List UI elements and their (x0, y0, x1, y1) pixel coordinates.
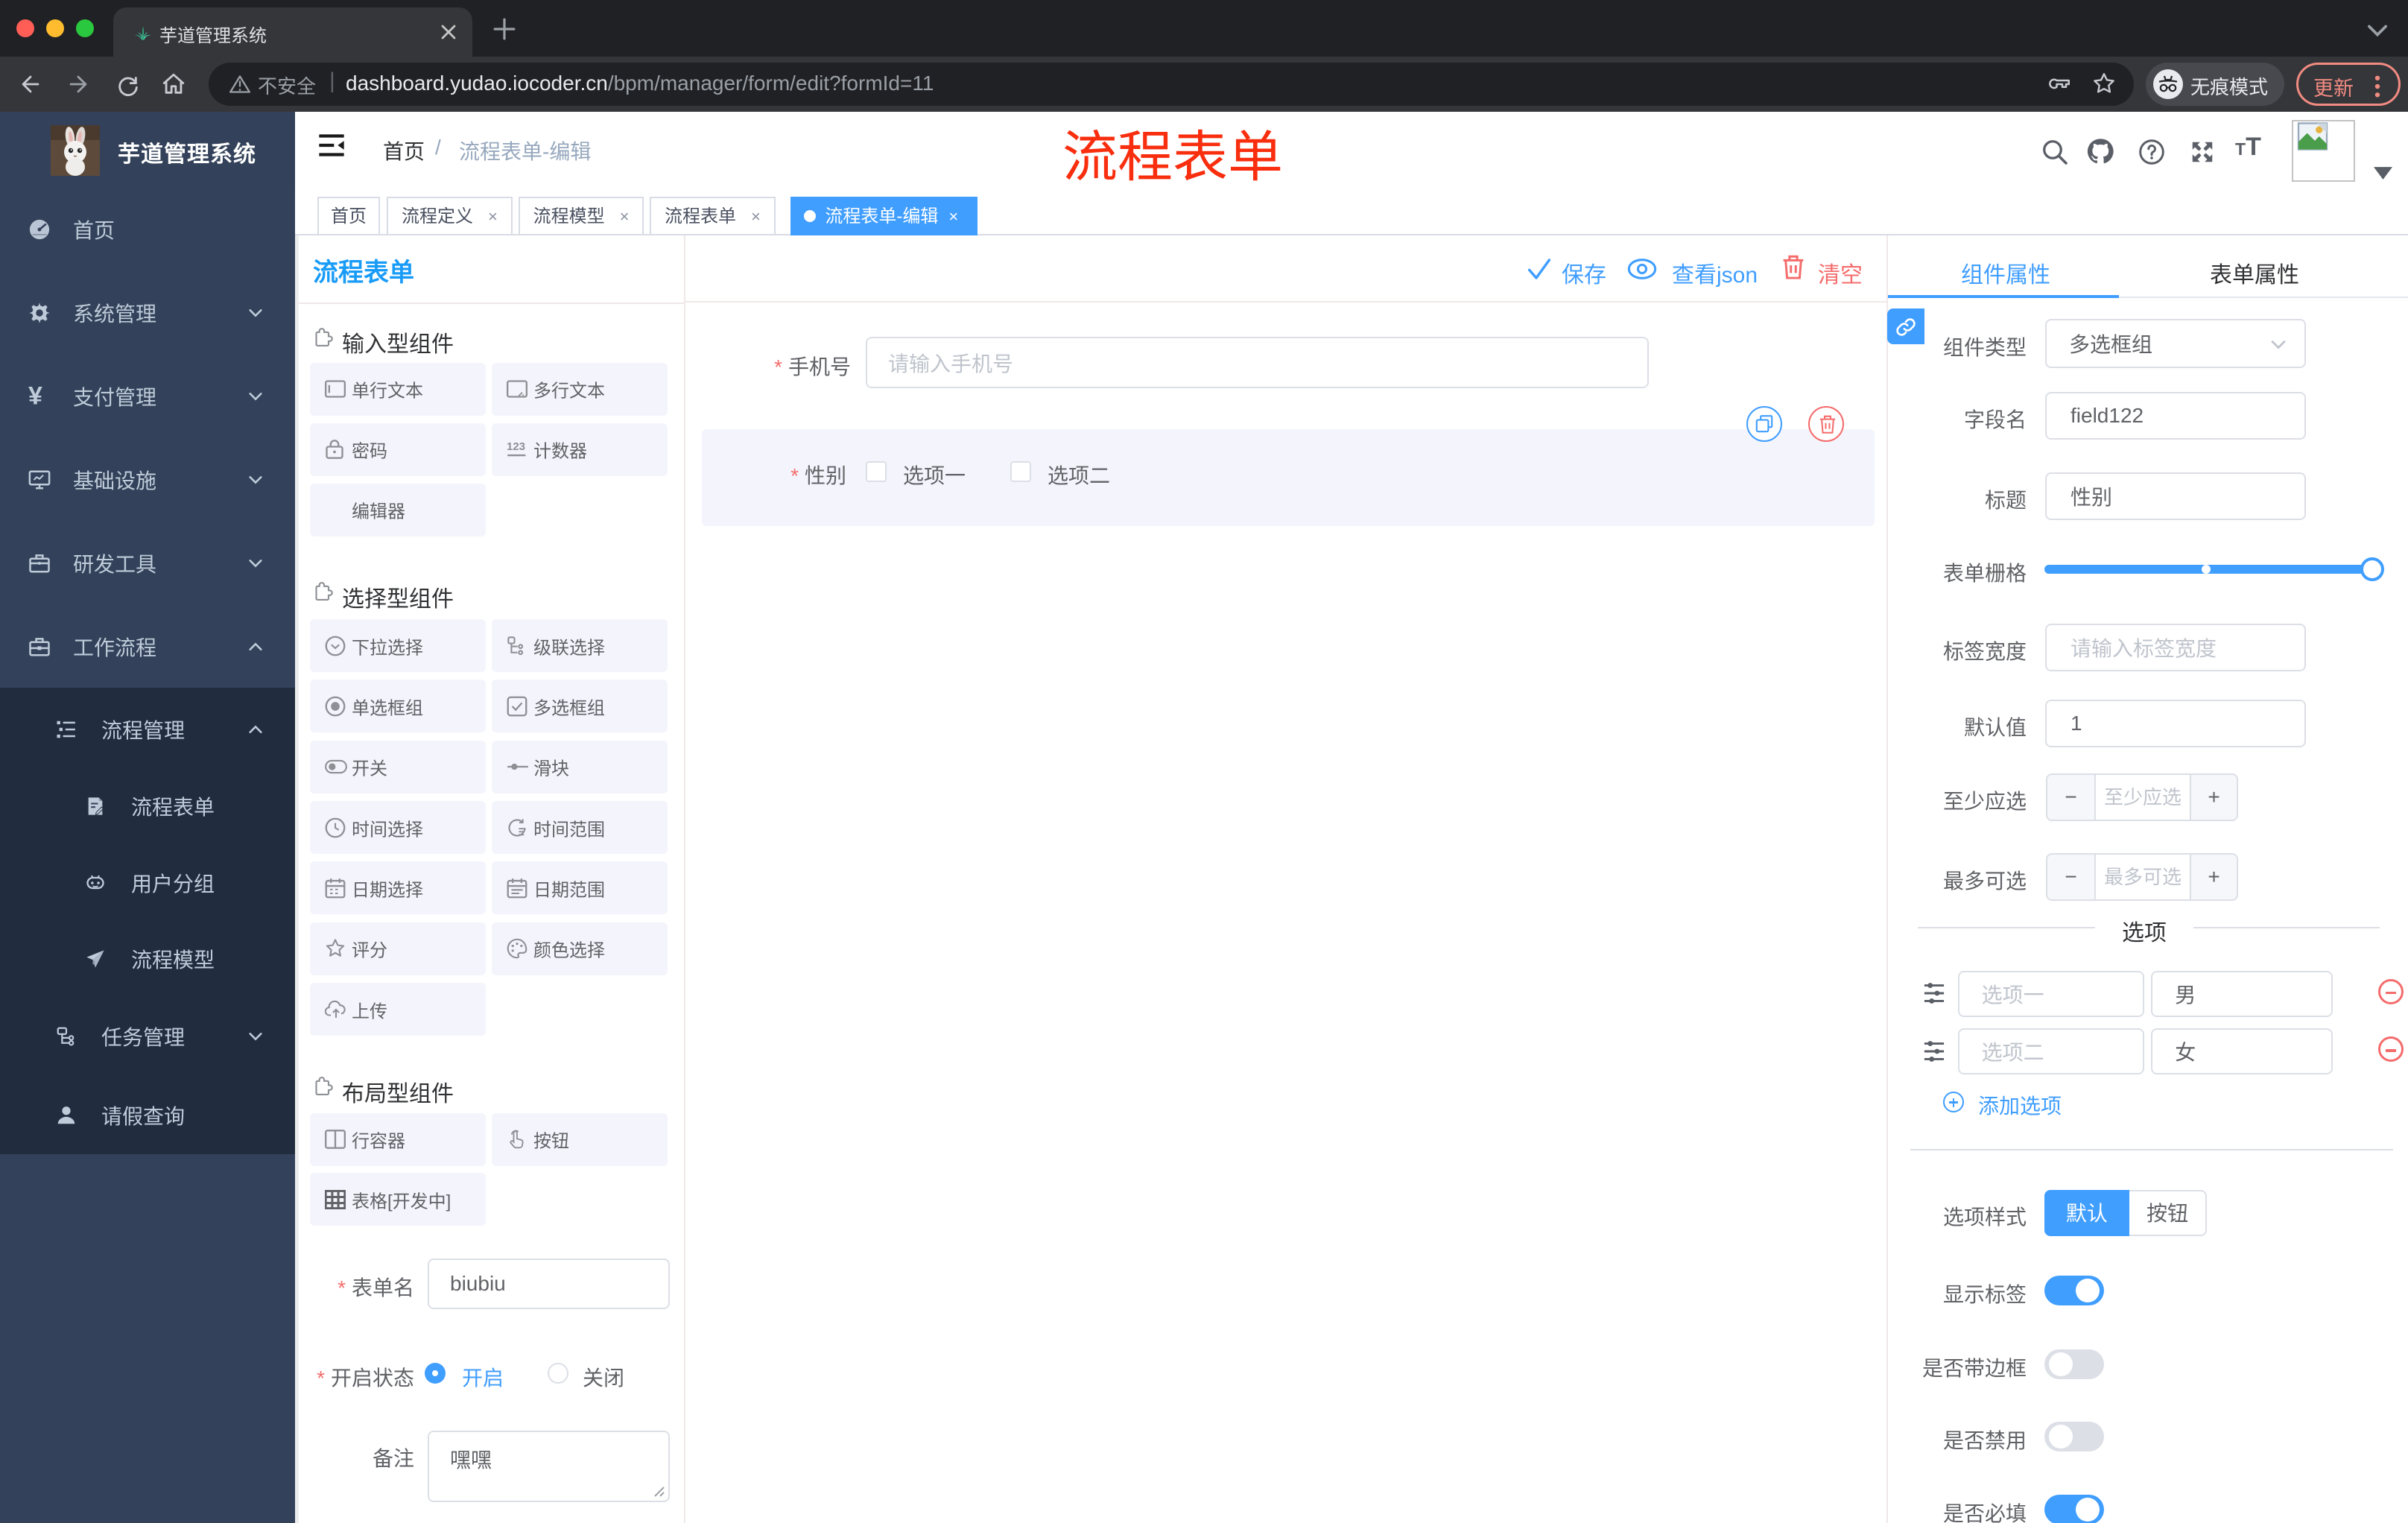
svg-text:123: 123 (507, 440, 525, 453)
